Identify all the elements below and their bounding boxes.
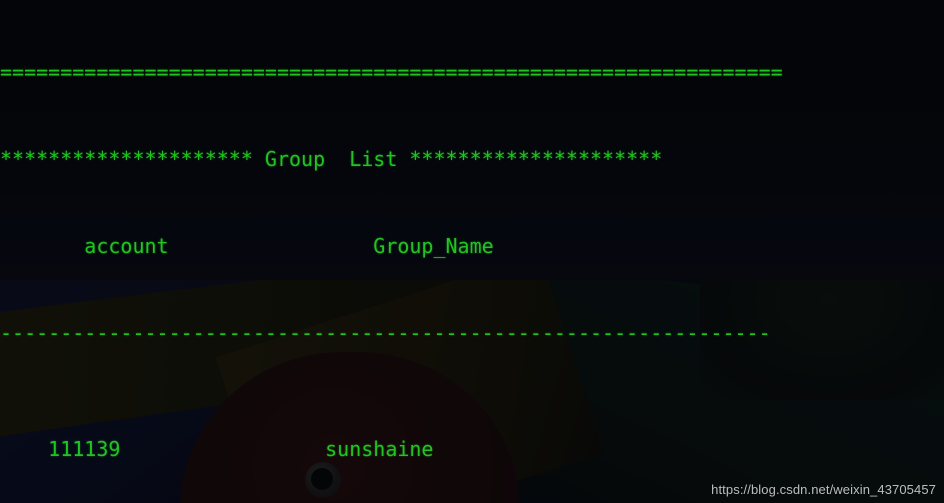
terminal-screen: ========================================…	[0, 0, 944, 503]
separator-equals-top: ========================================…	[0, 60, 783, 84]
terminal-output[interactable]: ========================================…	[0, 0, 944, 503]
table-column-headers: account Group_Name	[0, 234, 494, 258]
table-row[interactable]: 111139 sunshaine	[0, 435, 944, 464]
separator-dashes-top: ----------------------------------------…	[0, 321, 771, 345]
title-banner: ********************* Group List *******…	[0, 147, 663, 171]
watermark-url: https://blog.csdn.net/weixin_43705457	[711, 482, 936, 497]
